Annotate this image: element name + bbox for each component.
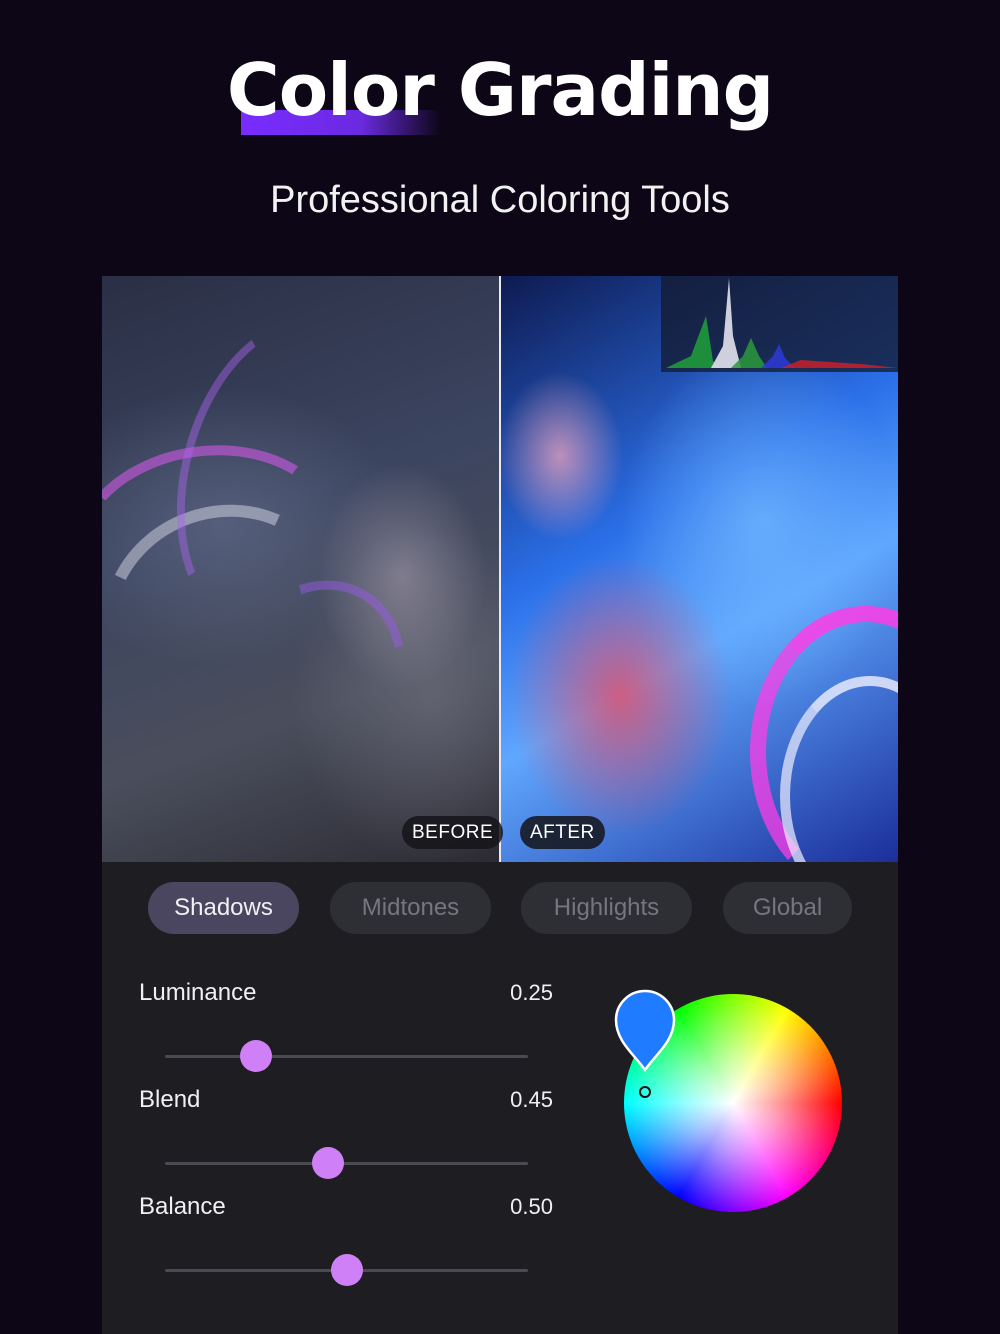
luminance-value: 0.25 [510,980,553,1005]
histogram-graph [666,278,898,368]
page-subtitle: Professional Coloring Tools [270,179,730,221]
color-picker-target-dot [639,1086,651,1098]
blend-value: 0.45 [510,1087,553,1112]
tab-shadows[interactable]: Shadows [148,882,299,934]
blend-label: Blend [139,1086,201,1113]
title-area: Color Grading [0,40,1000,140]
luminance-slider[interactable] [165,1040,528,1072]
blend-slider-knob[interactable] [312,1147,345,1179]
page-title-text: Color Grading [226,48,774,132]
histogram [661,276,898,372]
balance-slider[interactable] [165,1254,528,1286]
color-picker-pin-icon[interactable] [612,984,678,1074]
before-label: BEFORE [402,816,504,849]
before-after-compare[interactable]: BEFORE AFTER [102,276,898,862]
page-title: Color Grading [226,40,774,140]
blend-slider[interactable] [165,1147,528,1179]
before-image [102,276,500,862]
balance-value: 0.50 [510,1194,553,1219]
color-grading-panel: Shadows Midtones Highlights Global Lumin… [102,862,898,1334]
luminance-label: Luminance [139,979,257,1006]
tab-highlights[interactable]: Highlights [521,882,692,934]
color-wheel[interactable] [614,989,842,1212]
tone-tabs: Shadows Midtones Highlights Global [102,882,898,934]
balance-label: Balance [139,1193,226,1220]
after-label: AFTER [520,816,605,849]
balance-slider-knob[interactable] [330,1254,363,1286]
tab-midtones[interactable]: Midtones [330,882,491,934]
compare-divider-handle[interactable] [499,276,501,862]
tab-global[interactable]: Global [723,882,852,934]
luminance-slider-knob[interactable] [239,1040,272,1072]
